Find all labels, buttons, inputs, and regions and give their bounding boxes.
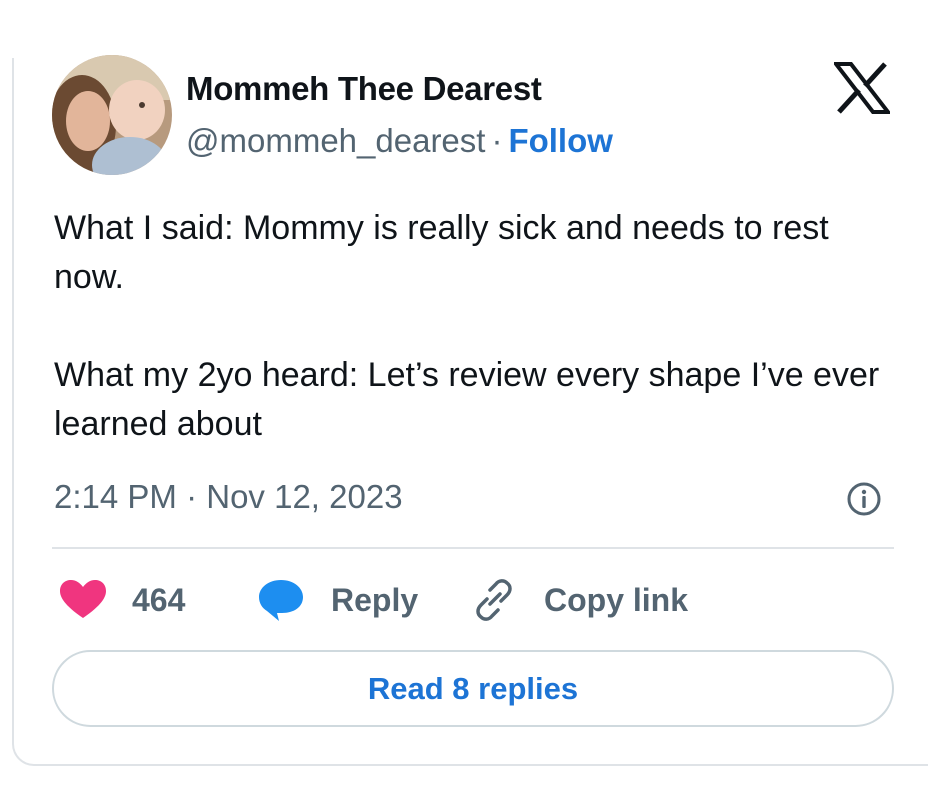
copy-link-label: Copy link: [544, 581, 689, 618]
avatar[interactable]: [52, 55, 172, 175]
tweet-time: 2:14 PM: [54, 478, 177, 515]
x-logo-icon[interactable]: [831, 62, 893, 114]
read-replies-button[interactable]: Read 8 replies: [52, 650, 894, 727]
tweet-text: What I said: Mommy is really sick and ne…: [54, 204, 904, 449]
tweet-date: Nov 12, 2023: [206, 478, 403, 515]
reply-button[interactable]: Reply: [257, 575, 418, 625]
link-icon: [476, 579, 512, 621]
user-handle[interactable]: @mommeh_dearest: [186, 122, 485, 159]
display-name[interactable]: Mommeh Thee Dearest: [186, 70, 542, 108]
info-icon[interactable]: [846, 481, 882, 517]
date-separator: ·: [186, 478, 198, 515]
tweet-line-2: What my 2yo heard: Let’s review every sh…: [54, 356, 880, 443]
copy-link-button[interactable]: Copy link: [470, 575, 688, 625]
tweet-line-1: What I said: Mommy is really sick and ne…: [54, 209, 829, 296]
heart-icon: [60, 580, 106, 618]
reply-label: Reply: [331, 581, 419, 618]
divider: [52, 547, 894, 549]
like-button[interactable]: 464: [60, 575, 185, 625]
follow-button[interactable]: Follow: [508, 122, 612, 159]
like-count: 464: [132, 581, 186, 618]
timestamp[interactable]: 2:14 PM · Nov 12, 2023: [54, 478, 403, 516]
handle-row: @mommeh_dearest · Follow: [186, 122, 613, 160]
separator-dot: ·: [491, 122, 503, 159]
speech-bubble-icon: [259, 580, 303, 621]
